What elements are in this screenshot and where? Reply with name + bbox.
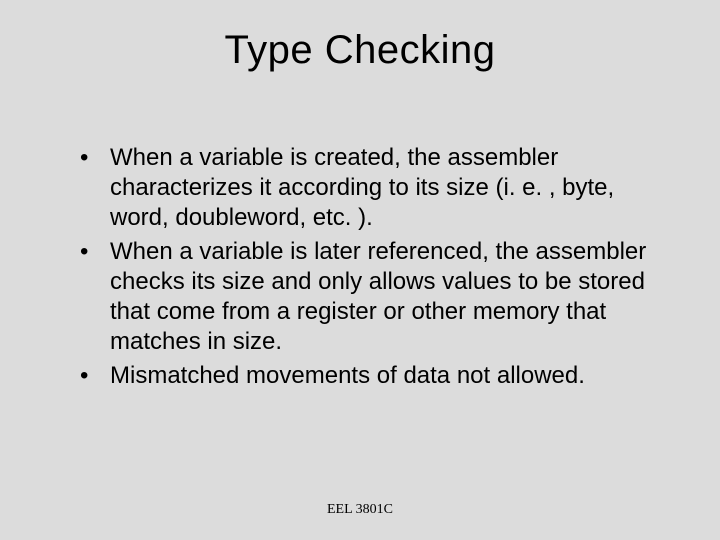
bullet-list: When a variable is created, the assemble… — [40, 143, 680, 391]
slide-footer: EEL 3801C — [0, 502, 720, 518]
slide-title: Type Checking — [40, 28, 680, 73]
list-item: When a variable is later referenced, the… — [80, 237, 660, 357]
list-item: When a variable is created, the assemble… — [80, 143, 660, 233]
list-item: Mismatched movements of data not allowed… — [80, 361, 660, 391]
slide-container: Type Checking When a variable is created… — [0, 0, 720, 540]
